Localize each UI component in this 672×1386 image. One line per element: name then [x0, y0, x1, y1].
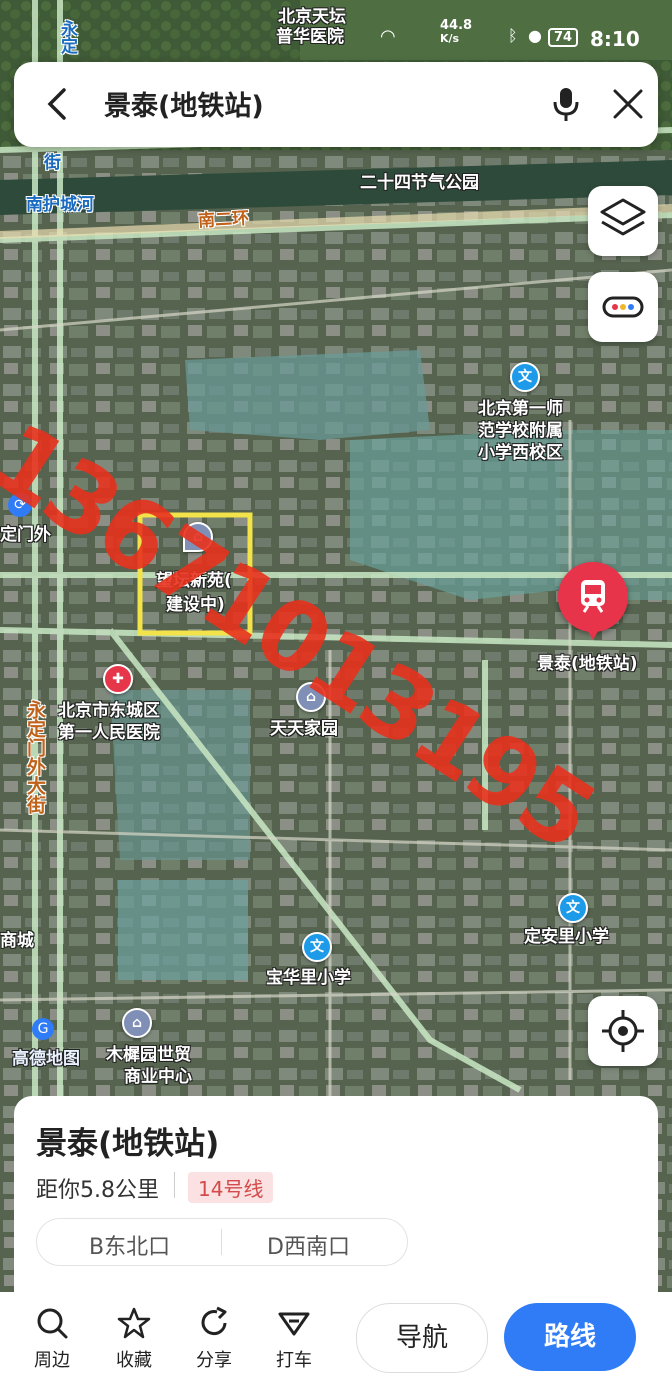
taxi-label: 打车	[276, 1350, 312, 1371]
mall-icon[interactable]: ⌂	[122, 1008, 152, 1038]
back-arrow-icon[interactable]	[40, 86, 76, 122]
place-name: 景泰(地铁站)	[36, 1126, 220, 1162]
map-label-yongding-top: 永定	[57, 20, 77, 54]
navigate-button[interactable]: 导航	[356, 1303, 488, 1373]
net-unit: K/s	[440, 32, 460, 45]
nearby-label: 周边	[34, 1350, 70, 1371]
map-label-jie: 街	[44, 153, 61, 173]
search-icon	[37, 1308, 68, 1339]
share-button[interactable]: 分享	[184, 1306, 244, 1372]
map-label-muyuan-l2[interactable]: 商业中心	[124, 1062, 192, 1087]
favorite-button[interactable]: 收藏	[104, 1306, 164, 1372]
exit-b-button[interactable]: B东北口	[89, 1229, 170, 1261]
taxi-button[interactable]: 打车	[264, 1306, 324, 1372]
divider	[174, 1172, 175, 1198]
map-label-south-2nd-ring: 南二环	[197, 208, 250, 232]
bottom-action-bar: 周边 收藏 分享 打车 导航 路线	[0, 1292, 672, 1386]
star-icon	[117, 1307, 151, 1339]
exits-selector: B东北口 D西南口	[36, 1218, 408, 1266]
map-label-dinganli[interactable]: 定安里小学	[524, 922, 609, 947]
map-label-hospital-l2[interactable]: 第一人民医院	[58, 718, 160, 743]
favorite-label: 收藏	[116, 1350, 152, 1371]
share-icon	[201, 1306, 227, 1336]
subway-marker[interactable]	[558, 562, 628, 644]
hospital-icon[interactable]: ✚	[103, 664, 133, 694]
battery-icon: 74	[548, 28, 579, 47]
map-label-nanhu-river: 南护城河	[26, 195, 94, 215]
nearby-button[interactable]: 周边	[22, 1306, 82, 1372]
map-label-yongding-street: 永定门外大街	[24, 700, 46, 814]
map-label-tiantan2[interactable]: 普华医院	[276, 22, 344, 47]
subway-line-badge[interactable]: 14号线	[188, 1172, 274, 1203]
net-speed: 44.8	[440, 18, 473, 33]
gaode-logo-text: 高德地图	[12, 1049, 80, 1069]
locate-crosshair-icon	[602, 1010, 644, 1052]
more-dots-icon	[602, 296, 644, 318]
share-label: 分享	[196, 1350, 232, 1371]
place-info-panel[interactable]: 景泰(地铁站) 距你5.8公里 14号线 B东北口 D西南口	[14, 1096, 658, 1292]
locate-button[interactable]	[588, 996, 658, 1066]
map-label-school1-l3[interactable]: 小学西校区	[478, 438, 563, 463]
microphone-icon[interactable]	[546, 84, 586, 124]
clock: 8:10	[590, 27, 640, 51]
subway-icon	[581, 580, 605, 613]
school-icon-2[interactable]: 文	[558, 893, 588, 923]
map-label-ershisi-park[interactable]: 二十四节气公园	[360, 168, 479, 193]
close-icon[interactable]	[610, 86, 646, 122]
map-label-jingtai[interactable]: 景泰(地铁站)	[537, 649, 638, 674]
taxi-icon	[278, 1312, 310, 1336]
more-tools-button[interactable]	[588, 272, 658, 342]
bluetooth-icon: ᛒ	[508, 26, 518, 45]
map-label-baohuali[interactable]: 宝华里小学	[266, 963, 351, 988]
search-query[interactable]: 景泰(地铁站)	[104, 84, 264, 123]
search-bar[interactable]: 景泰(地铁站)	[14, 62, 658, 147]
route-button[interactable]: 路线	[504, 1303, 636, 1371]
place-distance: 距你5.8公里	[36, 1178, 159, 1203]
location-icon: ●	[528, 26, 542, 45]
school-icon-3[interactable]: 文	[302, 932, 332, 962]
school-icon[interactable]: 文	[510, 362, 540, 392]
gaode-logo-icon: G	[32, 1018, 54, 1040]
layers-button[interactable]	[588, 186, 658, 256]
wifi-icon: ◠	[380, 26, 396, 47]
map-label-shangcheng[interactable]: 商城	[0, 926, 34, 951]
layers-icon	[600, 198, 646, 236]
divider	[221, 1229, 222, 1255]
exit-d-button[interactable]: D西南口	[267, 1229, 350, 1261]
